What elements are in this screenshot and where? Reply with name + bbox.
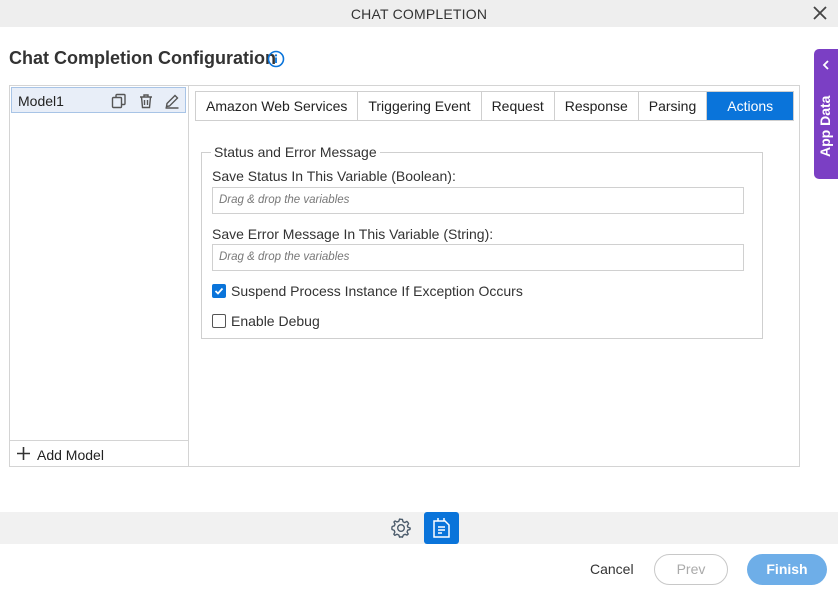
chevron-left-icon [822, 60, 829, 70]
app-data-panel-toggle[interactable]: App Data [814, 49, 838, 179]
info-icon[interactable] [267, 50, 285, 68]
tab-response[interactable]: Response [554, 92, 639, 120]
model-name: Model1 [18, 93, 64, 109]
tab-request[interactable]: Request [481, 92, 555, 120]
app-data-label: App Data [817, 95, 833, 157]
title-bar: CHAT COMPLETION [0, 0, 838, 27]
suspend-process-checkbox[interactable] [212, 284, 226, 298]
edit-icon[interactable] [164, 93, 180, 109]
document-icon [433, 518, 450, 538]
status-variable-input[interactable]: Drag & drop the variables [212, 187, 744, 214]
tab-actions[interactable]: Actions [707, 92, 794, 120]
enable-debug-checkbox[interactable] [212, 314, 226, 328]
tab-bar: Amazon Web Services Triggering Event Req… [195, 91, 795, 121]
model-list-item[interactable]: Model1 [11, 87, 186, 113]
prev-button[interactable]: Prev [654, 554, 728, 585]
document-view-button[interactable] [424, 512, 459, 544]
suspend-process-label: Suspend Process Instance If Exception Oc… [231, 283, 523, 299]
plus-icon [17, 447, 30, 460]
finish-button[interactable]: Finish [747, 554, 827, 585]
status-variable-label: Save Status In This Variable (Boolean): [212, 168, 456, 184]
duplicate-icon[interactable] [111, 93, 127, 109]
fieldset-legend: Status and Error Message [211, 144, 380, 160]
enable-debug-label: Enable Debug [231, 313, 320, 329]
model-list-panel: Model1 Add Model [9, 85, 189, 467]
checkbox-checked-icon [214, 287, 224, 295]
page-title: Chat Completion Configuration [9, 48, 276, 68]
window-title: CHAT COMPLETION [350, 6, 488, 22]
tab-triggering-event[interactable]: Triggering Event [358, 92, 482, 120]
add-model-button[interactable]: Add Model [9, 440, 188, 466]
tab-amazon-web-services[interactable]: Amazon Web Services [196, 92, 359, 120]
close-icon[interactable] [811, 4, 829, 22]
bottom-toolbar [0, 512, 838, 544]
add-model-label: Add Model [37, 447, 104, 463]
gear-icon[interactable] [390, 517, 412, 539]
tab-parsing[interactable]: Parsing [638, 92, 708, 120]
trash-icon[interactable] [138, 93, 154, 109]
cancel-button[interactable]: Cancel [590, 561, 634, 577]
error-variable-input[interactable]: Drag & drop the variables [212, 244, 744, 271]
error-variable-label: Save Error Message In This Variable (Str… [212, 226, 494, 242]
